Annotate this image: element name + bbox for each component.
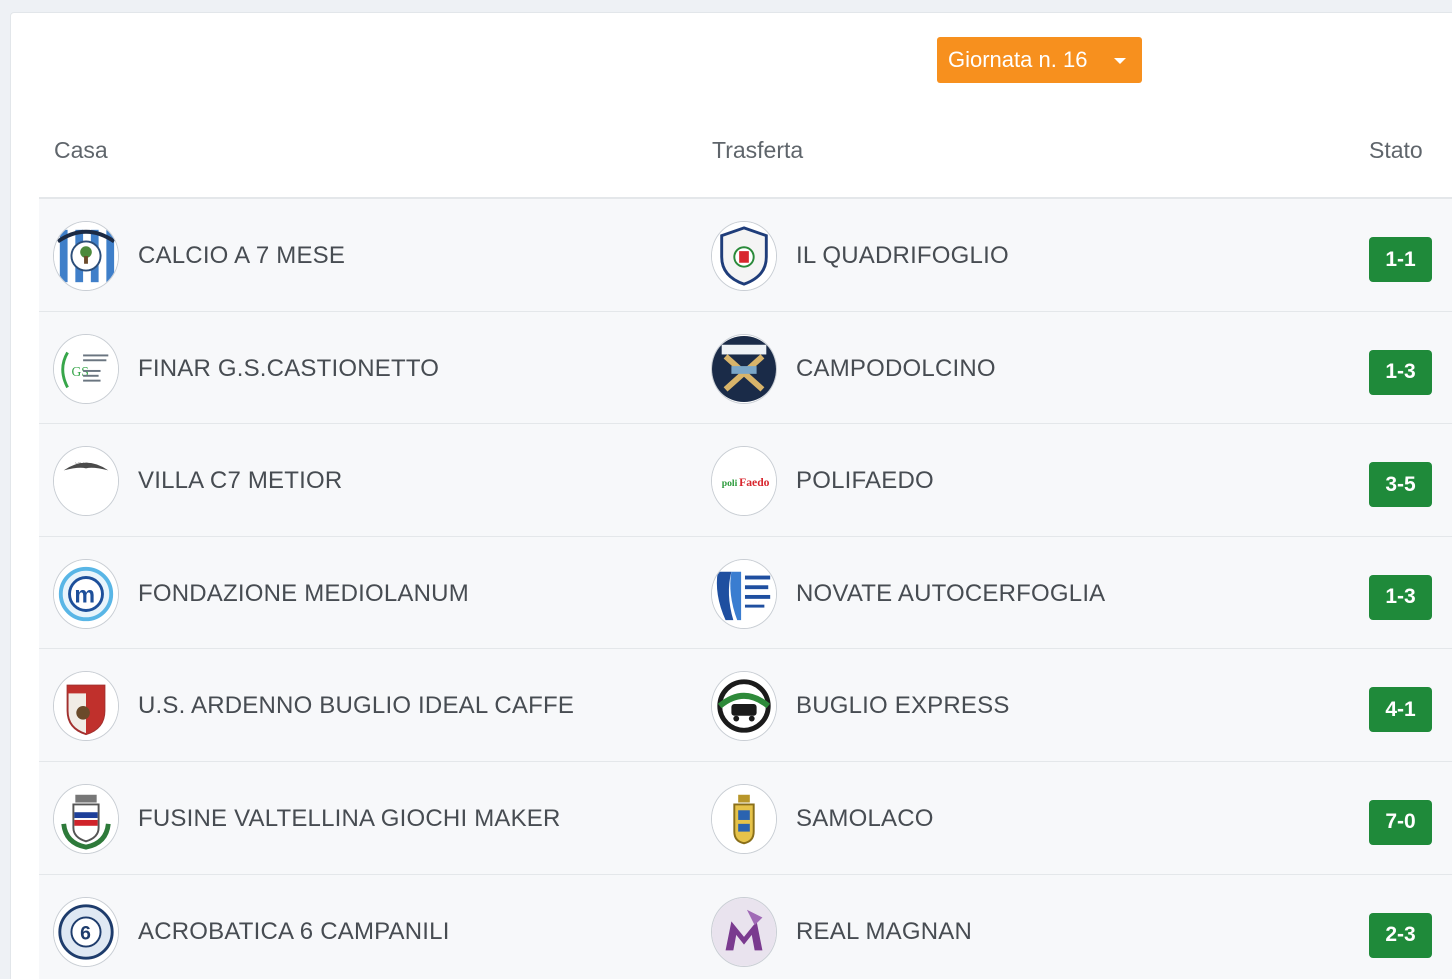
away-team-name: CAMPODOLCINO [796,354,996,382]
home-team-name: VILLA C7 METIOR [138,467,343,495]
score-badge[interactable]: 1-1 [1369,237,1432,282]
striped-shield-logo-icon [53,221,119,291]
score-badge[interactable]: 1-3 [1369,349,1432,395]
column-header-status: Stato [1369,137,1423,163]
away-team-name: SAMOLACO [796,804,934,832]
home-team[interactable]: m FONDAZIONE MEDIOLANUM [53,558,469,629]
score-badge[interactable]: 1-3 [1369,574,1432,620]
purple-m-logo-icon [711,896,777,967]
home-team[interactable]: U.S. ARDENNO BUGLIO IDEAL CAFFE [53,671,575,742]
crossed-skis-logo-icon [711,333,777,404]
away-team[interactable]: CAMPODOLCINO [711,333,996,404]
svg-text:VILLA: VILLA [75,462,89,468]
away-team[interactable]: BUGLIO EXPRESS [711,671,1010,742]
table-row: VILLA VILLA C7 METIOR poli Faedo POLIFAEDO 3-… [39,424,1452,537]
municipal-crest-logo-icon [53,783,119,854]
table-row: CALCIO A 7 MESE IL QUADRIFOGLIO 1-1 [39,199,1452,312]
away-team[interactable]: NOVATE AUTOCERFOGLIA [711,558,1106,629]
home-team[interactable]: FUSINE VALTELLINA GIOCHI MAKER [53,783,561,854]
table-row: FUSINE VALTELLINA GIOCHI MAKER SAMOLACO 7-… [39,761,1452,875]
table-row: m FONDAZIONE MEDIOLANUM NOVATE AUTOCERFOGL… [39,536,1452,650]
score-badge[interactable]: 7-0 [1369,799,1432,845]
home-team-name: FUSINE VALTELLINA GIOCHI MAKER [138,804,561,832]
table-row: U.S. ARDENNO BUGLIO IDEAL CAFFE BUGLIO EX… [39,649,1452,762]
svg-text:Faedo: Faedo [739,476,770,489]
score-badge[interactable]: 2-3 [1369,912,1432,958]
home-team[interactable]: CALCIO A 7 MESE [53,221,345,291]
six-bells-logo-icon: 6 [53,896,119,967]
tower-crest-logo-icon [711,783,777,854]
home-team[interactable]: 6 ACROBATICA 6 CAMPANILI [53,896,450,967]
fixtures-list: CALCIO A 7 MESE IL QUADRIFOGLIO 1-1 GS FINAR… [39,199,1452,979]
home-team-name: CALCIO A 7 MESE [138,242,346,269]
svg-text:poli: poli [722,478,738,489]
away-team-name: NOVATE AUTOCERFOGLIA [796,579,1106,607]
away-team-name: POLIFAEDO [796,467,934,495]
score-badge[interactable]: 4-1 [1369,687,1432,733]
away-team[interactable]: REAL MAGNAN [711,896,973,967]
wing-badge-logo-icon: VILLA [53,446,119,517]
away-team-name: IL QUADRIFOGLIO [796,242,1009,269]
away-team[interactable]: IL QUADRIFOGLIO [711,221,1009,291]
csi-logo-icon [711,558,777,629]
table-row: 6 ACROBATICA 6 CAMPANILI REAL MAGNAN 2-3 [39,874,1452,979]
round-dropdown-label: Giornata n. 16 [948,47,1088,72]
chevron-down-icon [1114,58,1126,64]
fixtures-card: Giornata n. 16 Casa Trasferta Stato CALC… [10,12,1452,979]
away-team-name: REAL MAGNAN [796,917,973,945]
away-team[interactable]: poli Faedo POLIFAEDO [711,446,934,517]
text-wordmark-logo-icon: poli Faedo [711,446,777,517]
crest-shield-logo-icon [711,221,777,291]
gs-castionetto-logo-icon: GS [53,333,119,404]
home-team-name: FONDAZIONE MEDIOLANUM [138,579,469,607]
red-shield-logo-icon [53,671,119,742]
column-header-away: Trasferta [712,137,804,163]
svg-text:6: 6 [80,922,91,944]
round-dropdown[interactable]: Giornata n. 16 [937,37,1142,83]
home-team[interactable]: VILLA VILLA C7 METIOR [53,446,343,517]
home-team[interactable]: GS FINAR G.S.CASTIONETTO [53,333,440,404]
svg-text:m: m [74,582,95,608]
score-badge[interactable]: 3-5 [1369,462,1432,508]
table-row: GS FINAR G.S.CASTIONETTO CAMPODOLCINO 1-3 [39,311,1452,425]
home-team-name: ACROBATICA 6 CAMPANILI [138,917,450,945]
away-team-name: BUGLIO EXPRESS [796,692,1010,720]
away-team[interactable]: SAMOLACO [711,783,934,854]
table-header: Casa Trasferta Stato [39,113,1452,199]
column-header-home: Casa [54,137,108,163]
home-team-name: U.S. ARDENNO BUGLIO IDEAL CAFFE [138,692,575,720]
home-team-name: FINAR G.S.CASTIONETTO [138,354,440,382]
train-badge-logo-icon [711,671,777,742]
m-circle-logo-icon: m [53,558,119,629]
